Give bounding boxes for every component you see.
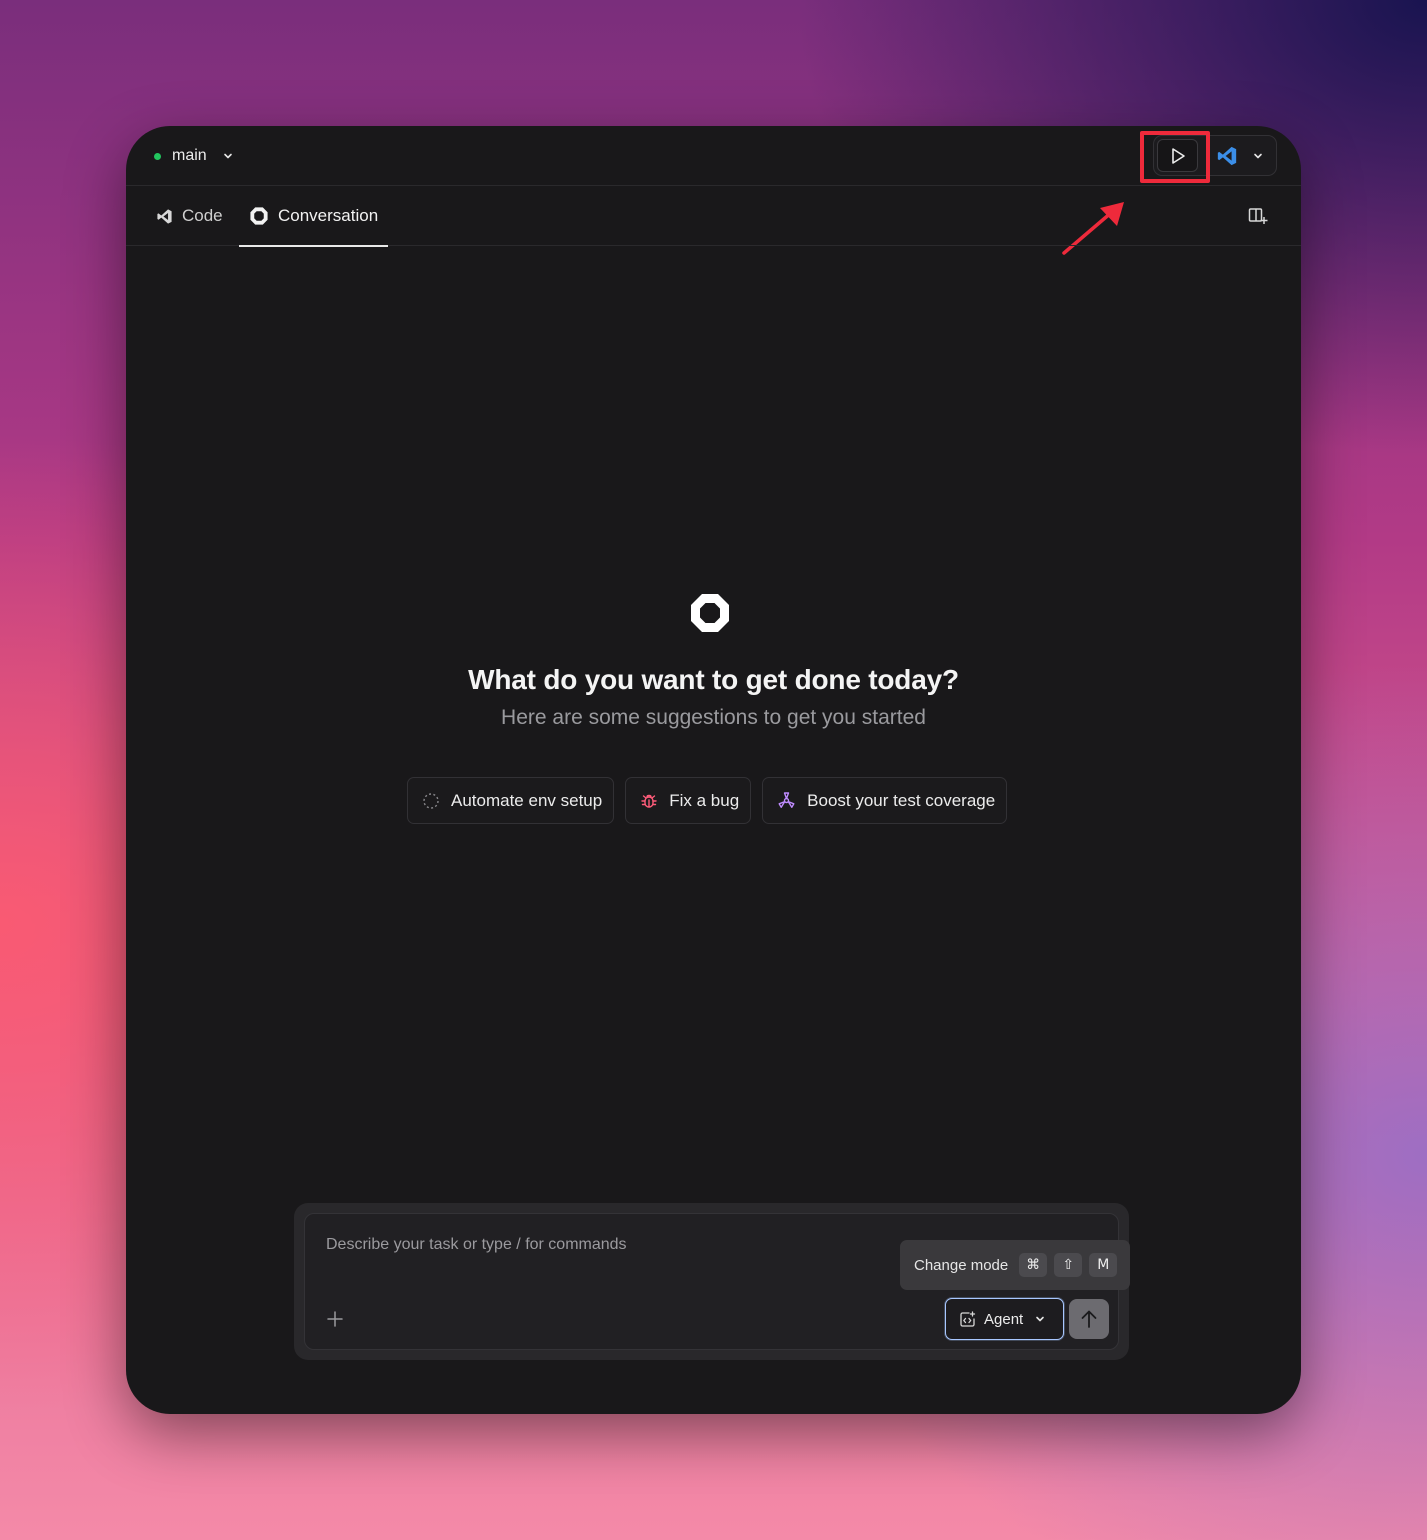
suggestion-label: Boost your test coverage [807,790,996,810]
app-logo-icon [691,594,729,632]
panel-add-icon [1248,207,1268,225]
hero-subtitle: Here are some suggestions to get you sta… [501,706,926,729]
tab-bar: Code Conversation [126,186,1301,247]
vscode-icon [1216,145,1238,167]
send-button[interactable] [1069,1299,1109,1339]
conversation-logo-icon [249,206,269,226]
suggestion-label: Fix a bug [669,790,740,810]
composer-container: Change mode ⌘ ⇧ M Agent [294,1203,1130,1360]
tab-label: Code [182,206,223,225]
branch-name: main [172,147,207,164]
vscode-icon [156,208,173,225]
chevron-down-icon [1253,152,1263,160]
suggestion-list: Automate env setup Fix a bug Boost your … [407,777,1008,824]
tooltip-label: Change mode [914,1256,1009,1274]
shift-key: ⇧ [1054,1253,1083,1277]
suggestion-fix-a-bug[interactable]: Fix a bug [625,777,752,824]
test-flask-icon [777,791,796,810]
hero-title: What do you want to get done today? [468,664,959,695]
chevron-down-icon [1035,1315,1045,1323]
command-key: ⌘ [1019,1253,1048,1277]
tab-conversation[interactable]: Conversation [239,186,389,247]
mode-label: Agent [984,1310,1024,1328]
arrow-up-icon [1080,1309,1098,1329]
suggestion-automate-env-setup[interactable]: Automate env setup [407,777,615,824]
task-input[interactable] [326,1233,846,1257]
suggestion-boost-test-coverage[interactable]: Boost your test coverage [762,777,1008,824]
dashed-circle-icon [422,792,440,810]
app-window: main Code Conversation What do you want … [126,126,1301,1414]
suggestion-label: Automate env setup [451,790,603,810]
chevron-down-icon [223,152,233,160]
run-button[interactable] [1157,139,1198,172]
play-icon [1170,147,1186,165]
top-bar: main [126,126,1301,186]
agent-icon [959,1310,976,1328]
add-attachment-button[interactable] [325,1307,345,1331]
bug-icon [640,792,658,810]
composer: Change mode ⌘ ⇧ M Agent [304,1213,1130,1350]
branch-selector[interactable]: main [154,144,233,168]
tab-code[interactable]: Code [156,186,223,246]
change-mode-tooltip: Change mode ⌘ ⇧ M [900,1240,1130,1290]
branch-status-dot [154,152,161,160]
m-key: M [1089,1253,1118,1277]
run-options-dropdown[interactable] [1249,144,1267,168]
toggle-panel-button[interactable] [1247,206,1269,226]
tab-label: Conversation [278,206,379,225]
run-button-group [1153,135,1277,176]
open-in-vscode-button[interactable] [1214,144,1240,168]
mode-selector[interactable]: Agent [945,1298,1064,1340]
plus-icon [327,1311,343,1327]
